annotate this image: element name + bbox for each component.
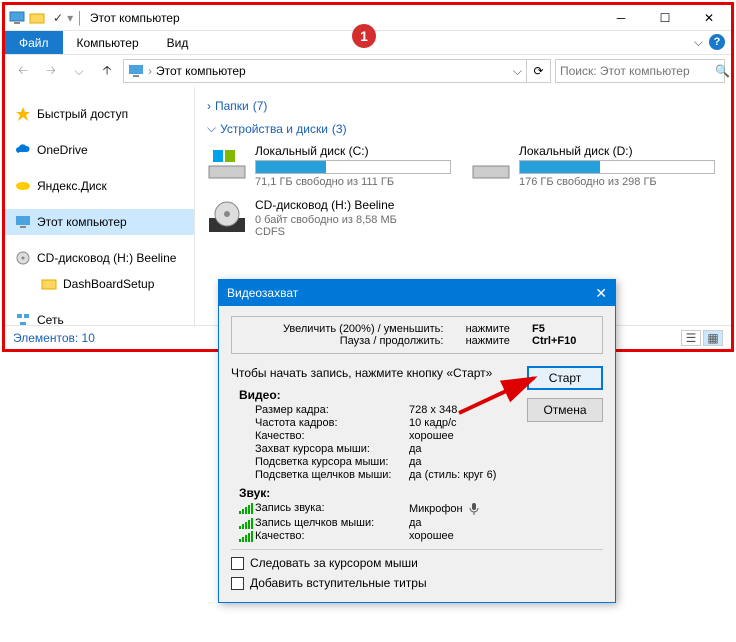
hint-box: Увеличить (200%) / уменьшить: нажмите F5…	[231, 316, 603, 354]
video-capture-dialog: Видеозахват ✕ Увеличить (200%) / уменьши…	[218, 279, 616, 603]
drive-bar	[255, 160, 451, 174]
window-title: Этот компьютер	[84, 11, 599, 25]
search-input[interactable]	[560, 64, 715, 78]
pc-icon	[9, 10, 25, 26]
close-button[interactable]: ✕	[687, 5, 731, 31]
add-intro-checkbox[interactable]: Добавить вступительные титры	[231, 576, 603, 590]
search-box[interactable]: 🔍	[555, 59, 725, 83]
level-meter-icon	[231, 517, 255, 529]
sidebar-this-pc[interactable]: Этот компьютер	[5, 209, 194, 235]
follow-cursor-checkbox[interactable]: Следовать за курсором мыши	[231, 556, 603, 570]
up-button[interactable]: 🡡	[95, 59, 119, 83]
pc-icon	[15, 214, 31, 230]
drive-icon	[207, 144, 247, 184]
tab-view[interactable]: Вид	[153, 31, 203, 54]
search-icon: 🔍	[715, 64, 730, 78]
folder-icon	[41, 276, 57, 292]
cloud-icon	[15, 142, 31, 158]
level-meter-icon	[231, 502, 255, 514]
star-icon	[15, 106, 31, 122]
dialog-title: Видеозахват	[227, 286, 298, 300]
view-details[interactable]: ☰	[681, 330, 701, 346]
sidebar-yandex-disk[interactable]: Яндекс.Диск	[5, 173, 194, 199]
address-field[interactable]: › Этот компьютер ⌵	[123, 59, 527, 83]
recent-dropdown[interactable]: ⌵	[67, 59, 91, 83]
yadisk-icon	[15, 178, 31, 194]
minimize-button[interactable]: ─	[599, 5, 643, 31]
drive-d[interactable]: Локальный диск (D:) 176 ГБ свободно из 2…	[471, 144, 715, 188]
cancel-button[interactable]: Отмена	[527, 398, 603, 422]
folder-icon	[29, 10, 45, 26]
address-bar: 🡠 🡢 ⌵ 🡡 › Этот компьютер ⌵ ⟳ 🔍	[5, 55, 731, 87]
status-text: Элементов: 10	[13, 331, 95, 345]
annotation-1: 1	[352, 24, 376, 48]
level-meter-icon	[231, 530, 255, 542]
sidebar-quick-access[interactable]: Быстрый доступ	[5, 101, 194, 127]
tab-computer[interactable]: Компьютер	[63, 31, 153, 54]
dialog-close-button[interactable]: ✕	[595, 285, 607, 302]
checkbox-icon	[231, 577, 244, 590]
address-text: Этот компьютер	[156, 64, 246, 78]
cd-drive[interactable]: CD-дисковод (H:) Beeline 0 байт свободно…	[207, 198, 451, 238]
sidebar-onedrive[interactable]: OneDrive	[5, 137, 194, 163]
group-folders[interactable]: ›Папки (7)	[207, 99, 719, 113]
maximize-button[interactable]: ☐	[643, 5, 687, 31]
ribbon-expand[interactable]: ⌵	[694, 35, 703, 50]
mic-icon	[467, 502, 481, 516]
back-button[interactable]: 🡠	[11, 59, 35, 83]
drive-icon	[471, 144, 511, 184]
pc-icon	[128, 63, 144, 79]
cd-drive-icon	[207, 198, 247, 238]
dialog-titlebar: Видеозахват ✕	[219, 280, 615, 306]
forward-button[interactable]: 🡢	[39, 59, 63, 83]
checkbox-icon	[231, 557, 244, 570]
instruction-text: Чтобы начать запись, нажмите кнопку «Ста…	[231, 366, 519, 380]
refresh-button[interactable]: ⟳	[527, 59, 551, 83]
video-section-label: Видео:	[239, 388, 519, 402]
cd-icon	[15, 250, 31, 266]
start-button[interactable]: Старт	[527, 366, 603, 390]
group-devices[interactable]: ⌵Устройства и диски (3)	[207, 121, 719, 136]
sidebar-cd-drive[interactable]: CD-дисковод (H:) Beeline	[5, 245, 194, 271]
qat-check: ✓	[53, 11, 63, 25]
audio-section-label: Звук:	[239, 486, 519, 500]
sidebar: Быстрый доступ OneDrive Яндекс.Диск Этот…	[5, 87, 195, 325]
tab-file[interactable]: Файл	[5, 31, 63, 54]
drive-bar	[519, 160, 715, 174]
sidebar-dashboard-setup[interactable]: DashBoardSetup	[5, 271, 194, 297]
drive-c[interactable]: Локальный диск (C:) 71,1 ГБ свободно из …	[207, 144, 451, 188]
address-dropdown[interactable]: ⌵	[513, 64, 522, 79]
view-large[interactable]: ▦	[703, 330, 723, 346]
help-button[interactable]: ?	[709, 34, 725, 50]
